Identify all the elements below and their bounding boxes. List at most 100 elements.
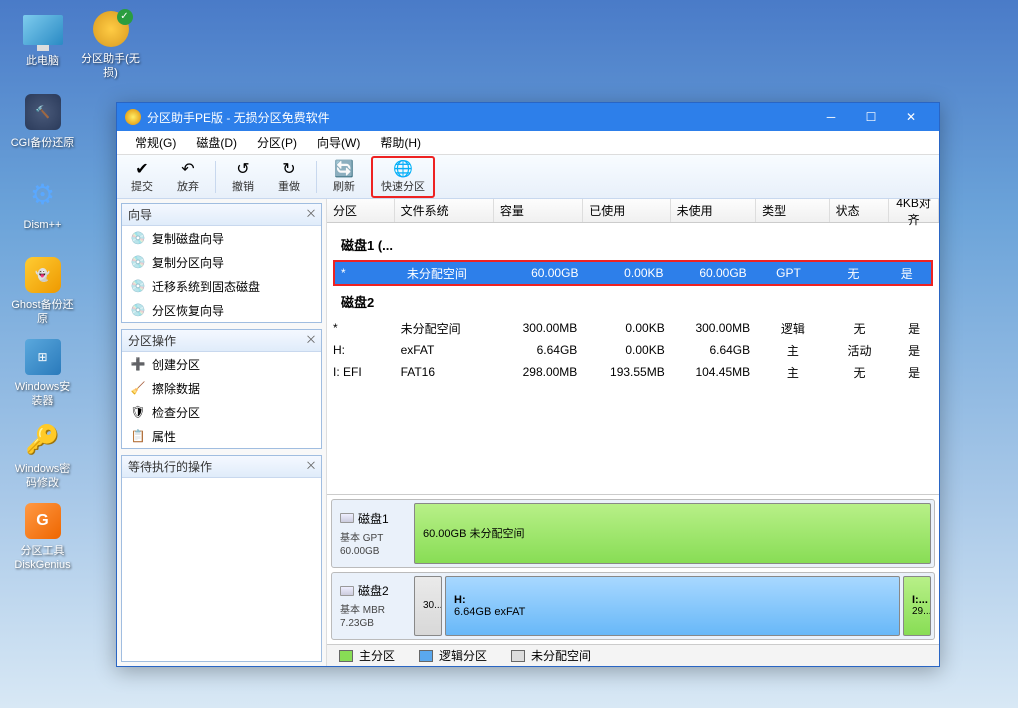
disk-copy-icon: 💿 [130, 230, 146, 246]
menu-partition[interactable]: 分区(P) [247, 134, 307, 151]
disk2-header[interactable]: 磁盘2 [327, 286, 939, 317]
globe-check-icon [93, 11, 129, 47]
main-area: 分区 文件系统 容量 已使用 未使用 类型 状态 4KB对齐 磁盘1 (... … [327, 199, 939, 666]
windows-icon: ⊞ [25, 339, 61, 375]
op-create-partition[interactable]: ➕创建分区 [122, 352, 321, 376]
wizard-migrate-ssd[interactable]: 💿迁移系统到固态磁盘 [122, 274, 321, 298]
highlight-frame: * 未分配空间 60.00GB 0.00KB 60.00GB GPT 无 是 [333, 260, 933, 286]
disk1-segment-unalloc[interactable]: 60.00GB 未分配空间 [414, 503, 931, 564]
desktop-icon-dism[interactable]: ⚙Dism++ [10, 174, 75, 244]
col-free[interactable]: 未使用 [671, 199, 756, 222]
desktop-icon-thispc[interactable]: 此电脑 [10, 10, 75, 80]
app-icon [125, 109, 141, 125]
partition-table: 磁盘1 (... * 未分配空间 60.00GB 0.00KB 60.00GB … [327, 223, 939, 494]
disk1-header[interactable]: 磁盘1 (... [327, 229, 939, 260]
col-partition[interactable]: 分区 [327, 199, 395, 222]
menu-wizard[interactable]: 向导(W) [307, 134, 370, 151]
maximize-button[interactable]: ☐ [851, 104, 891, 130]
disk2-segment-i[interactable]: I:...29... [903, 576, 931, 637]
redo-icon: ↻ [282, 160, 295, 178]
gear-icon: ⚙ [23, 174, 63, 214]
pending-panel-title: 等待执行的操作 [128, 458, 212, 475]
wizard-copy-disk[interactable]: 💿复制磁盘向导 [122, 226, 321, 250]
pending-panel: 等待执行的操作 ⨉ [121, 455, 322, 662]
hammer-icon: 🔨 [25, 94, 61, 130]
table-row[interactable]: I: EFI FAT16 298.00MB 193.55MB 104.45MB … [327, 361, 939, 383]
col-status[interactable]: 状态 [830, 199, 890, 222]
check-partition-icon: 🛡 [130, 404, 146, 420]
redo-button[interactable]: ↻重做 [270, 158, 308, 196]
migrate-icon: 💿 [130, 278, 146, 294]
menubar: 常规(G) 磁盘(D) 分区(P) 向导(W) 帮助(H) [117, 131, 939, 155]
diskgenius-icon: G [25, 503, 61, 539]
legend-unalloc: 未分配空间 [531, 647, 591, 664]
legend: 主分区 逻辑分区 未分配空间 [327, 644, 939, 666]
col-type[interactable]: 类型 [756, 199, 830, 222]
wizards-panel: 向导 ⨉ 💿复制磁盘向导 💿复制分区向导 💿迁移系统到固态磁盘 💿分区恢复向导 [121, 203, 322, 323]
desktop-icon-winpwd[interactable]: 🔑Windows密码修改 [10, 420, 75, 490]
collapse-icon[interactable]: ⨉ [307, 335, 315, 346]
sidebar: 向导⨉ 💿复制磁盘向导 💿复制分区向导 💿迁移系统到固态磁盘 💿分区恢复向导 分… [117, 199, 327, 666]
desktop-icon-wininstall[interactable]: ⊞Windows安装器 [10, 338, 75, 408]
desktop-icons: 此电脑 分区助手(无损) 🔨CGI备份还原 ⚙Dism++ 👻Ghost备份还原… [10, 10, 85, 584]
table-row[interactable]: * 未分配空间 300.00MB 0.00KB 300.00MB 逻辑 无 是 [327, 317, 939, 339]
monitor-icon [23, 15, 63, 45]
op-properties[interactable]: 📋属性 [122, 424, 321, 448]
col-filesystem[interactable]: 文件系统 [395, 199, 494, 222]
disk2-info: 磁盘2 基本 MBR 7.23GB [335, 576, 411, 637]
menu-help[interactable]: 帮助(H) [370, 134, 431, 151]
eraser-icon: 🧹 [130, 380, 146, 396]
quick-partition-button[interactable]: 🌐快速分区 [371, 156, 435, 198]
refresh-button[interactable]: 🔄刷新 [325, 158, 363, 196]
key-icon: 🔑 [23, 420, 63, 458]
disk1-info: 磁盘1 基本 GPT 60.00GB [335, 503, 411, 564]
disk2-segment-h[interactable]: H: 6.64GB exFAT [445, 576, 900, 637]
recover-icon: 💿 [130, 302, 146, 318]
table-row[interactable]: H: exFAT 6.64GB 0.00KB 6.64GB 主 活动 是 [327, 339, 939, 361]
disk2-map[interactable]: 磁盘2 基本 MBR 7.23GB 30... H: 6.64GB exFAT … [331, 572, 935, 641]
disk1-map[interactable]: 磁盘1 基本 GPT 60.00GB 60.00GB 未分配空间 [331, 499, 935, 568]
toolbar: ✔提交 ↶放弃 ↺撤销 ↻重做 🔄刷新 🌐快速分区 [117, 155, 939, 199]
ghost-icon: 👻 [25, 257, 61, 293]
col-4k-align[interactable]: 4KB对齐 [889, 199, 939, 222]
plus-icon: ➕ [130, 356, 146, 372]
menu-disk[interactable]: 磁盘(D) [186, 134, 247, 151]
wizard-recover-partition[interactable]: 💿分区恢复向导 [122, 298, 321, 322]
col-used[interactable]: 已使用 [583, 199, 670, 222]
col-capacity[interactable]: 容量 [494, 199, 583, 222]
wizards-panel-title: 向导 [128, 206, 152, 223]
commit-button[interactable]: ✔提交 [123, 158, 161, 196]
undo-button[interactable]: ↺撤销 [224, 158, 262, 196]
wizard-copy-partition[interactable]: 💿复制分区向导 [122, 250, 321, 274]
swatch-primary-icon [339, 650, 353, 662]
globe-icon: 🌐 [393, 160, 413, 178]
drive-icon [340, 513, 354, 523]
desktop-icon-ghost[interactable]: 👻Ghost备份还原 [10, 256, 75, 326]
table-row[interactable]: * 未分配空间 60.00GB 0.00KB 60.00GB GPT 无 是 [335, 262, 931, 284]
swatch-logical-icon [419, 650, 433, 662]
properties-icon: 📋 [130, 428, 146, 444]
disk2-segment-unalloc[interactable]: 30... [414, 576, 442, 637]
discard-button[interactable]: ↶放弃 [169, 158, 207, 196]
undo-arrow-icon: ↶ [181, 160, 194, 178]
op-check-partition[interactable]: 🛡检查分区 [122, 400, 321, 424]
toolbar-separator [316, 161, 317, 193]
disk-maps: 磁盘1 基本 GPT 60.00GB 60.00GB 未分配空间 磁盘2 基本 … [327, 494, 939, 644]
partition-copy-icon: 💿 [130, 254, 146, 270]
desktop-icon-diskgenius[interactable]: G分区工具DiskGenius [10, 502, 75, 572]
collapse-icon[interactable]: ⨉ [307, 461, 315, 472]
titlebar: 分区助手PE版 - 无损分区免费软件 ─ ☐ ✕ [117, 103, 939, 131]
close-button[interactable]: ✕ [891, 104, 931, 130]
toolbar-separator [215, 161, 216, 193]
legend-primary: 主分区 [359, 647, 395, 664]
swatch-unalloc-icon [511, 650, 525, 662]
app-window: 分区助手PE版 - 无损分区免费软件 ─ ☐ ✕ 常规(G) 磁盘(D) 分区(… [116, 102, 940, 667]
minimize-button[interactable]: ─ [811, 104, 851, 130]
collapse-icon[interactable]: ⨉ [307, 209, 315, 220]
menu-general[interactable]: 常规(G) [125, 134, 186, 151]
undo-icon: ↺ [236, 160, 249, 178]
op-wipe-data[interactable]: 🧹擦除数据 [122, 376, 321, 400]
desktop-icon-partassist[interactable]: 分区助手(无损) [78, 10, 143, 80]
desktop-icon-cgi[interactable]: 🔨CGI备份还原 [10, 92, 75, 162]
legend-logical: 逻辑分区 [439, 647, 487, 664]
